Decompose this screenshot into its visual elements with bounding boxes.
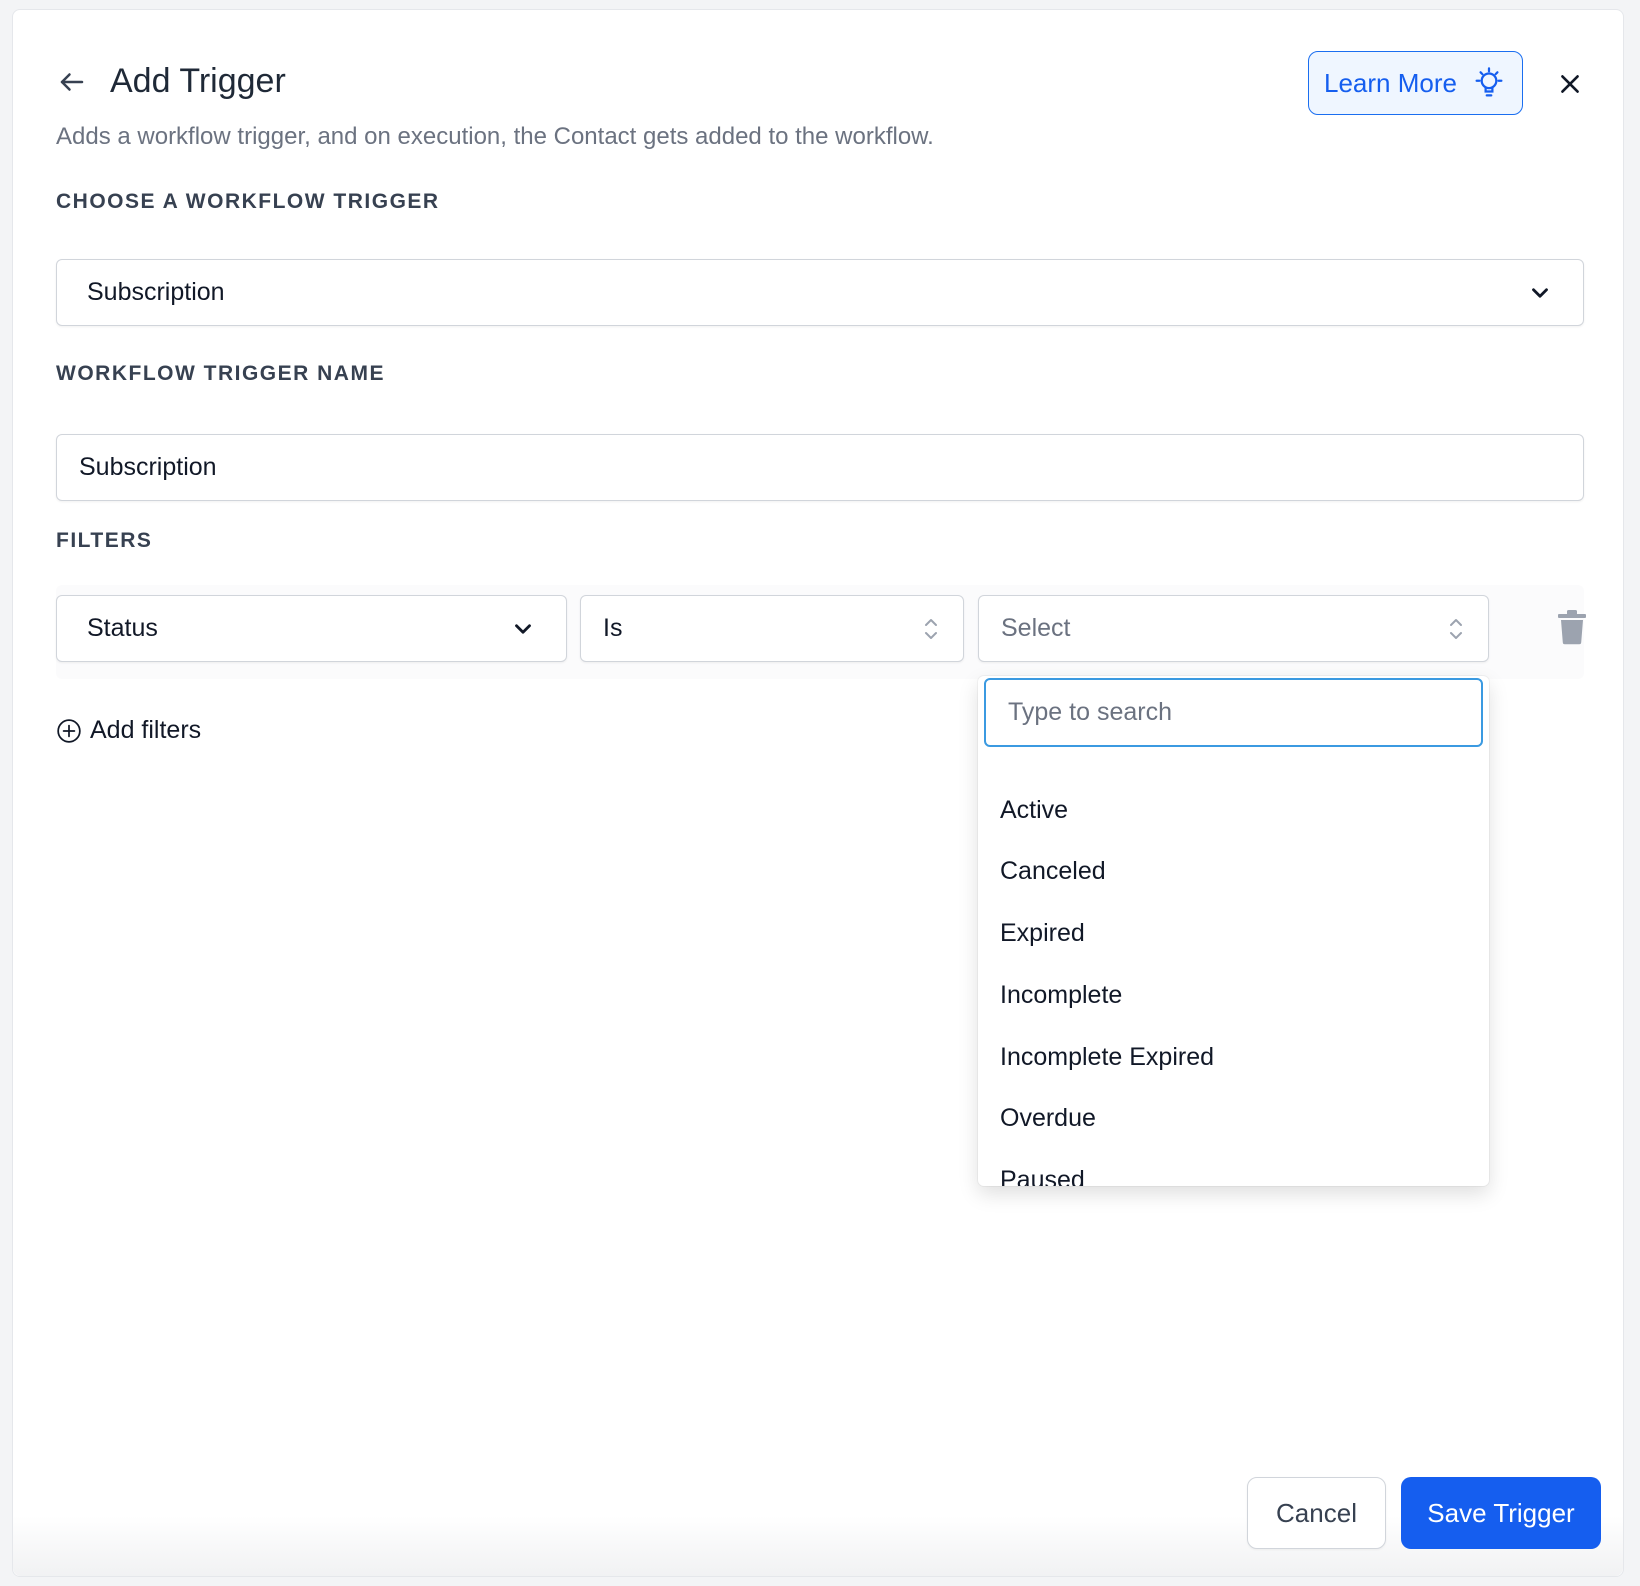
dropdown-option[interactable]: Canceled (978, 841, 1489, 901)
dropdown-option[interactable]: Incomplete Expired (978, 1027, 1489, 1087)
sort-chevrons-icon (1450, 618, 1462, 639)
dropdown-option[interactable]: Overdue (978, 1088, 1489, 1148)
cancel-button[interactable]: Cancel (1247, 1477, 1386, 1549)
filter-value-select[interactable]: Select (978, 595, 1489, 662)
dropdown-option[interactable]: Active (978, 780, 1489, 840)
filter-operator-select[interactable]: Is (580, 595, 964, 662)
filter-field-value: Status (87, 614, 158, 642)
dropdown-option[interactable]: Incomplete (978, 965, 1489, 1025)
close-button[interactable] (1552, 66, 1588, 102)
dropdown-option[interactable]: Paused (978, 1150, 1489, 1187)
filters-label: FILTERS (56, 529, 153, 552)
value-dropdown-menu: Active Canceled Expired Incomplete Incom… (978, 676, 1489, 1186)
page-title: Add Trigger (110, 62, 286, 100)
workflow-trigger-select[interactable]: Subscription (56, 259, 1584, 326)
chevron-down-icon (1532, 287, 1548, 298)
delete-filter-button[interactable] (1556, 609, 1588, 645)
dropdown-option[interactable]: Expired (978, 903, 1489, 963)
add-filters-label: Add filters (90, 716, 202, 744)
arrow-left-icon (60, 73, 84, 91)
filter-field-select[interactable]: Status (56, 595, 567, 662)
trash-icon (1558, 610, 1586, 645)
trigger-name-input[interactable]: Subscription (56, 434, 1584, 501)
filter-operator-value: Is (603, 614, 623, 642)
lightbulb-icon (1475, 67, 1503, 97)
page-subtitle: Adds a workflow trigger, and on executio… (56, 123, 934, 150)
add-filters-button[interactable]: Add filters (56, 716, 201, 745)
plus-circle-icon (57, 718, 81, 743)
trigger-name-label: WORKFLOW TRIGGER NAME (56, 362, 385, 385)
trigger-section-label: CHOOSE A WORKFLOW TRIGGER (56, 190, 440, 213)
close-icon (1561, 75, 1579, 93)
learn-more-label: Learn More (1324, 67, 1457, 98)
trigger-name-value: Subscription (79, 453, 217, 481)
workflow-trigger-value: Subscription (87, 278, 225, 306)
save-trigger-button[interactable]: Save Trigger (1401, 1477, 1601, 1549)
learn-more-button[interactable]: Learn More (1308, 51, 1523, 115)
chevron-down-icon (515, 623, 531, 634)
sort-chevrons-icon (925, 618, 937, 639)
back-button[interactable] (56, 66, 88, 98)
dropdown-search-input[interactable] (984, 678, 1483, 747)
filter-value-placeholder: Select (1001, 614, 1071, 642)
